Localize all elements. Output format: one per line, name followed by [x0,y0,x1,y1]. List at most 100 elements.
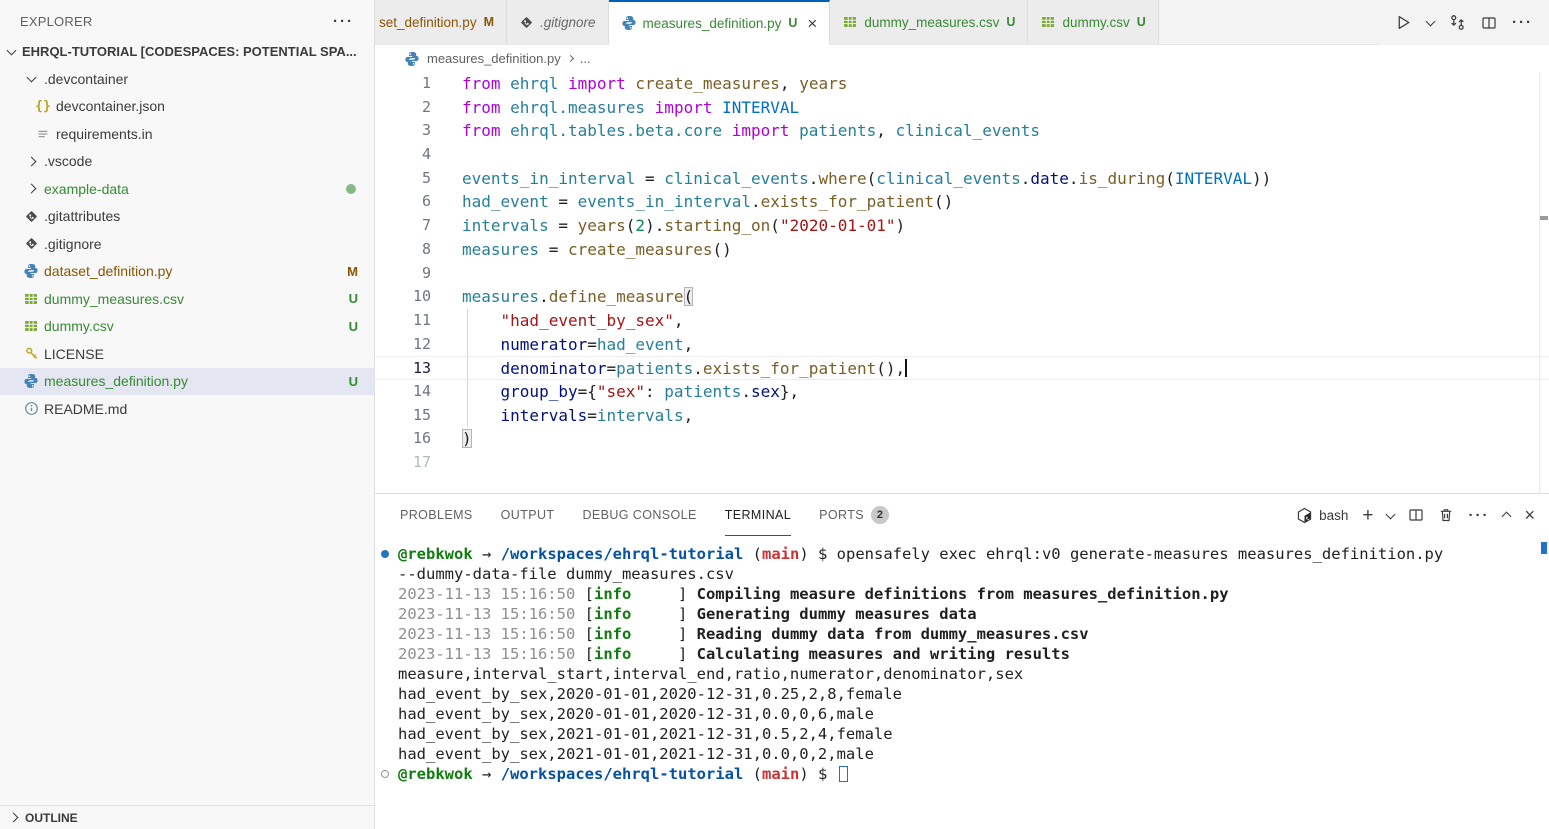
sidebar-item-readme-md[interactable]: README.md [0,395,374,423]
panel-tab-label: DEBUG CONSOLE [582,508,696,522]
sidebar-item-dummy-measures-csv[interactable]: dummy_measures.csvU [0,285,374,313]
terminal[interactable]: @rebkwok → /workspaces/ehrql-tutorial (m… [375,536,1549,829]
code-line-content: intervals=intervals, [462,404,1549,428]
close-icon[interactable]: × [807,15,817,32]
kill-terminal-button[interactable] [1438,507,1454,523]
file-label: dummy_measures.csv [44,291,184,307]
tab-dummy-measures-csv[interactable]: dummy_measures.csvU [830,0,1028,44]
terminal-line-12[interactable]: @rebkwok → /workspaces/ehrql-tutorial (m… [375,764,1549,784]
tab-set-definition-py[interactable]: set_definition.pyM [375,0,507,44]
terminal-instance-bash[interactable]: bash [1296,507,1348,524]
tab-gitignore[interactable]: .gitignore [507,0,609,44]
maximize-panel-button[interactable] [1503,510,1510,520]
sidebar-item-dataset-definition-py[interactable]: dataset_definition.pyM [0,258,374,286]
terminal-line-5[interactable]: 2023-11-13 15:16:50 [info ] Reading dumm… [375,624,1549,644]
open-changes-button[interactable] [1449,14,1466,31]
terminal-line-8[interactable]: had_event_by_sex,2020-01-01,2020-12-31,0… [375,684,1549,704]
code-line-9[interactable]: 9 [375,262,1549,286]
code-line-13[interactable]: 13 denominator=patients.exists_for_patie… [375,356,1549,380]
panel-header: PROBLEMS OUTPUT DEBUG CONSOLE TERMINAL PORTS… [375,494,1549,536]
sidebar-item-dummy-csv[interactable]: dummy.csvU [0,313,374,341]
line-number: 4 [375,143,431,167]
code-line-5[interactable]: 5events_in_interval = clinical_events.wh… [375,167,1549,191]
indent-guide [467,333,468,357]
code-line-8[interactable]: 8measures = create_measures() [375,238,1549,262]
run-dropdown[interactable] [1427,20,1434,25]
code-line-6[interactable]: 6had_event = events_in_interval.exists_f… [375,190,1549,214]
indent-guide [467,309,468,333]
panel-tab-output[interactable]: OUTPUT [501,494,555,536]
code-line-4[interactable]: 4 [375,143,1549,167]
explorer-more-actions-icon[interactable]: ··· [333,13,354,30]
code-line-12[interactable]: 12 numerator=had_event, [375,333,1549,357]
sidebar-item-gitattributes[interactable]: .gitattributes [0,203,374,231]
panel-tab-debug-console[interactable]: DEBUG CONSOLE [582,494,696,536]
sidebar-item-devcontainer-json[interactable]: {}devcontainer.json [0,93,374,121]
code-line-content: measures = create_measures() [462,238,1549,262]
sidebar-item-devcontainer[interactable]: .devcontainer [0,65,374,93]
terminal-line-1[interactable]: @rebkwok → /workspaces/ehrql-tutorial (m… [375,544,1549,564]
code-line-3[interactable]: 3from ehrql.tables.beta.core import pati… [375,119,1549,143]
line-number: 11 [375,309,431,333]
terminal-line-4[interactable]: 2023-11-13 15:16:50 [info ] Generating d… [375,604,1549,624]
terminal-line-2[interactable]: --dummy-data-file dummy_measures.csv [375,564,1549,584]
code-line-1[interactable]: 1from ehrql import create_measures, year… [375,72,1549,96]
breadcrumb-file[interactable]: measures_definition.py [427,51,561,66]
sidebar-item-measures-definition-py[interactable]: measures_definition.pyU [0,368,374,396]
more-editor-actions[interactable]: ··· [1512,14,1533,31]
sidebar-item-gitignore[interactable]: .gitignore [0,230,374,258]
git-icon [22,236,40,251]
code-line-content: numerator=had_event, [462,333,1549,357]
sidebar-item-requirements-in[interactable]: requirements.in [0,120,374,148]
code-editor[interactable]: 1from ehrql import create_measures, year… [375,72,1549,493]
sidebar-item-license[interactable]: LICENSE [0,340,374,368]
panel-tab-label: PORTS [819,508,864,522]
new-terminal-button[interactable]: + [1362,506,1373,525]
tab-measures-definition-py[interactable]: measures_definition.pyU× [609,0,831,45]
terminal-line-10[interactable]: had_event_by_sex,2021-01-01,2021-12-31,0… [375,724,1549,744]
panel-tab-problems[interactable]: PROBLEMS [400,494,473,536]
close-panel-button[interactable]: × [1524,506,1535,524]
split-terminal-button[interactable] [1408,507,1424,523]
line-number: 9 [375,262,431,286]
tab-dummy-csv[interactable]: dummy.csvU [1028,0,1158,44]
tab-git-badge: U [1006,15,1015,29]
csv-icon [22,318,40,334]
more-terminal-actions[interactable]: ··· [1468,507,1489,524]
code-line-10[interactable]: 10measures.define_measure( [375,285,1549,309]
project-root-folder[interactable]: EHRQL-TUTORIAL [CODESPACES: POTENTIAL SP… [0,38,374,65]
code-line-content: events_in_interval = clinical_events.whe… [462,167,1549,191]
split-editor-button[interactable] [1481,15,1497,31]
tab-bar: set_definition.pyM.gitignoremeasures_def… [375,0,1549,45]
line-number: 16 [375,427,431,451]
git-icon [22,209,40,224]
terminal-line-6[interactable]: 2023-11-13 15:16:50 [info ] Calculating … [375,644,1549,664]
tab-label: set_definition.py [379,15,477,30]
terminal-line-11[interactable]: had_event_by_sex,2021-01-01,2021-12-31,0… [375,744,1549,764]
tab-label: measures_definition.py [643,16,782,31]
code-line-11[interactable]: 11 "had_event_by_sex", [375,309,1549,333]
terminal-line-3[interactable]: 2023-11-13 15:16:50 [info ] Compiling me… [375,584,1549,604]
code-line-content: from ehrql.measures import INTERVAL [462,96,1549,120]
panel-tab-terminal[interactable]: TERMINAL [725,494,791,536]
sidebar-item-vscode[interactable]: .vscode [0,148,374,176]
code-line-2[interactable]: 2from ehrql.measures import INTERVAL [375,96,1549,120]
code-line-7[interactable]: 7intervals = years(2).starting_on("2020-… [375,214,1549,238]
terminal-line-9[interactable]: had_event_by_sex,2020-01-01,2020-12-31,0… [375,704,1549,724]
code-line-16[interactable]: 16) [375,427,1549,451]
csv-icon [1040,14,1056,30]
panel-tab-label: TERMINAL [725,508,791,522]
run-python-file-button[interactable] [1395,14,1412,31]
breadcrumb-more[interactable]: ... [580,51,591,66]
terminal-line-7[interactable]: measure,interval_start,interval_end,rati… [375,664,1549,684]
breadcrumb[interactable]: measures_definition.py ... [375,45,1549,72]
panel-tab-ports[interactable]: PORTS2 [819,494,889,536]
line-number: 14 [375,380,431,404]
code-line-content: from ehrql.tables.beta.core import patie… [462,119,1549,143]
code-line-17[interactable]: 17 [375,451,1549,475]
code-line-14[interactable]: 14 group_by={"sex": patients.sex}, [375,380,1549,404]
sidebar-item-example-data[interactable]: example-data [0,175,374,203]
terminal-profile-dropdown[interactable] [1387,513,1394,518]
outline-section-header[interactable]: OUTLINE [0,805,374,829]
code-line-15[interactable]: 15 intervals=intervals, [375,404,1549,428]
